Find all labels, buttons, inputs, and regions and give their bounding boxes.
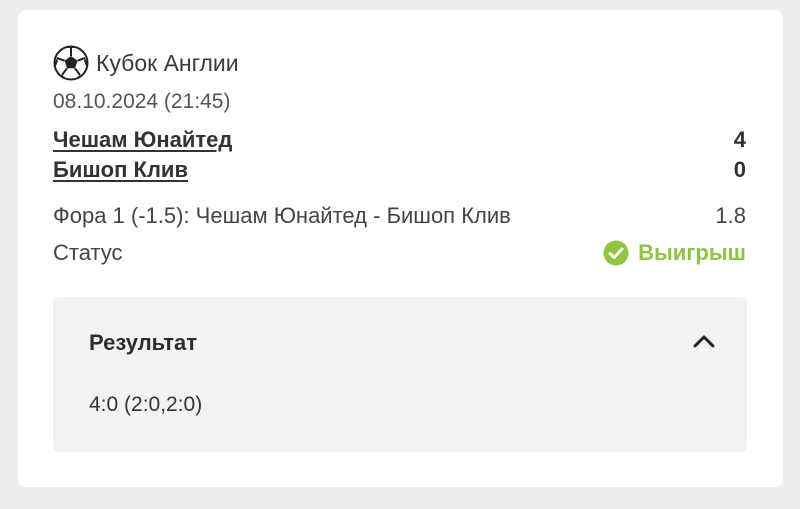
bet-row: Фора 1 (-1.5): Чешам Юнайтед - Бишоп Кли… [53, 203, 746, 229]
check-circle-icon [603, 240, 629, 266]
team-row-away: Бишоп Клив 0 [53, 157, 746, 183]
chevron-up-icon[interactable] [691, 332, 717, 350]
result-panel: Результат 4:0 (2:0,2:0) [53, 297, 747, 452]
soccer-ball-icon [53, 45, 89, 81]
league-name: Кубок Англии [96, 49, 239, 76]
status-label: Статус [53, 240, 123, 265]
match-datetime: 08.10.2024 (21:45) [53, 90, 231, 113]
team-row-home: Чешам Юнайтед 4 [53, 127, 746, 153]
team-away-link[interactable]: Бишоп Клив [53, 157, 188, 183]
league-header: Кубок Англии [53, 45, 239, 81]
result-title[interactable]: Результат [89, 330, 197, 356]
status-badge: Выигрыш [603, 240, 746, 266]
bet-odds: 1.8 [715, 203, 746, 228]
bet-card: Кубок Англии 08.10.2024 (21:45) Чешам Юн… [18, 10, 783, 487]
status-value: Выигрыш [638, 240, 746, 265]
team-home-score: 4 [733, 127, 746, 152]
team-away-score: 0 [733, 157, 746, 182]
status-row: Статус Выигрыш [53, 240, 746, 266]
team-home-link[interactable]: Чешам Юнайтед [53, 127, 232, 153]
result-score: 4:0 (2:0,2:0) [89, 393, 203, 416]
bet-description: Фора 1 (-1.5): Чешам Юнайтед - Бишоп Кли… [53, 203, 511, 228]
